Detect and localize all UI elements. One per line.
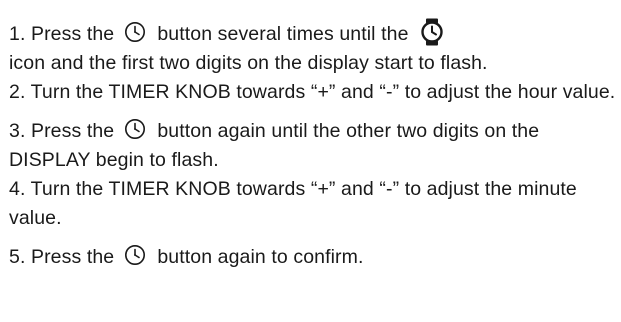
step-2-text: 2. Turn the TIMER KNOB towards “+” and “… <box>9 81 616 103</box>
step-3: 3. Press the button again until the othe… <box>9 117 617 175</box>
instructions: 1. Press the button several times until … <box>9 18 617 272</box>
step-1-text-a: 1. Press the <box>9 23 115 45</box>
step-4: 4. Turn the TIMER KNOB towards “+” and “… <box>9 175 617 233</box>
step-1-text-b: button several times until the <box>157 23 409 45</box>
clock-button-icon <box>124 244 146 266</box>
step-5: 5. Press the button again to confirm. <box>9 243 617 272</box>
clock-display-icon <box>420 18 444 46</box>
step-4-text: 4. Turn the TIMER KNOB towards “+” and “… <box>9 178 577 229</box>
step-5-text-b: button again to confirm. <box>157 246 364 268</box>
step-2: 2. Turn the TIMER KNOB towards “+” and “… <box>9 78 617 107</box>
step-1: 1. Press the button several times until … <box>9 18 617 78</box>
step-5-text-a: 5. Press the <box>9 246 115 268</box>
clock-button-icon <box>124 21 146 43</box>
step-1-text-c: icon and the first two digits on the dis… <box>9 52 488 74</box>
step-3-text-a: 3. Press the <box>9 120 115 142</box>
clock-button-icon <box>124 118 146 140</box>
